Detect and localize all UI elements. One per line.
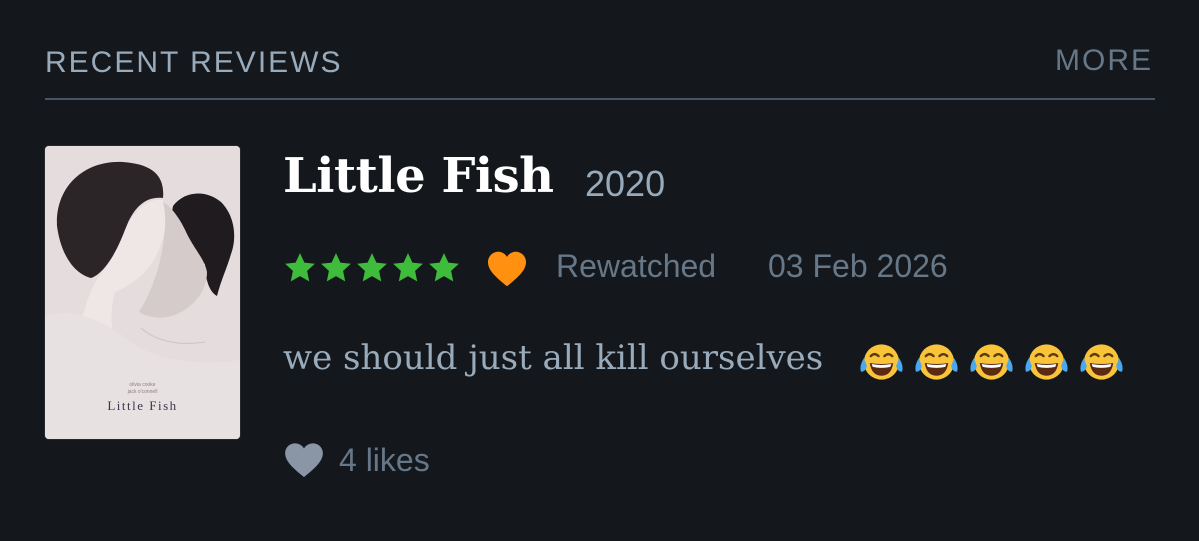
poster-credit-line: olivia cooke [129,382,156,388]
film-year[interactable]: 2020 [585,163,665,205]
emoji-row [858,340,1125,384]
review-text: we should just all kill ourselves [283,338,824,378]
review-date[interactable]: 03 Feb 2026 [768,248,948,285]
star-icon [393,253,423,282]
likes-link[interactable]: 4 likes [283,440,430,480]
star-icon [321,253,351,282]
rewatched-label: Rewatched [556,248,717,284]
face-with-tears-of-joy-icon [1080,344,1123,380]
star-icon [357,253,387,282]
more-link[interactable]: MORE [1055,44,1153,78]
liked-heart-icon [488,251,526,287]
section-title: RECENT REVIEWS [45,46,343,79]
film-poster[interactable]: olivia cooke jack o'connell Little Fish [45,146,240,439]
recent-reviews-header: RECENT REVIEWS MORE [45,38,1155,100]
face-with-tears-of-joy-icon [970,344,1013,380]
face-with-tears-of-joy-icon [860,344,903,380]
star-rating [283,250,461,286]
face-with-tears-of-joy-icon [915,344,958,380]
face-with-tears-of-joy-icon [1025,344,1068,380]
star-icon [429,253,459,282]
film-title[interactable]: Little Fish [283,148,554,204]
star-icon [285,253,315,282]
poster-credit-line: jack o'connell [127,389,158,395]
poster-credits: olivia cooke jack o'connell [45,382,240,396]
poster-title: Little Fish [107,398,178,413]
likes-count: 4 likes [339,441,430,478]
heart-icon [285,443,323,478]
